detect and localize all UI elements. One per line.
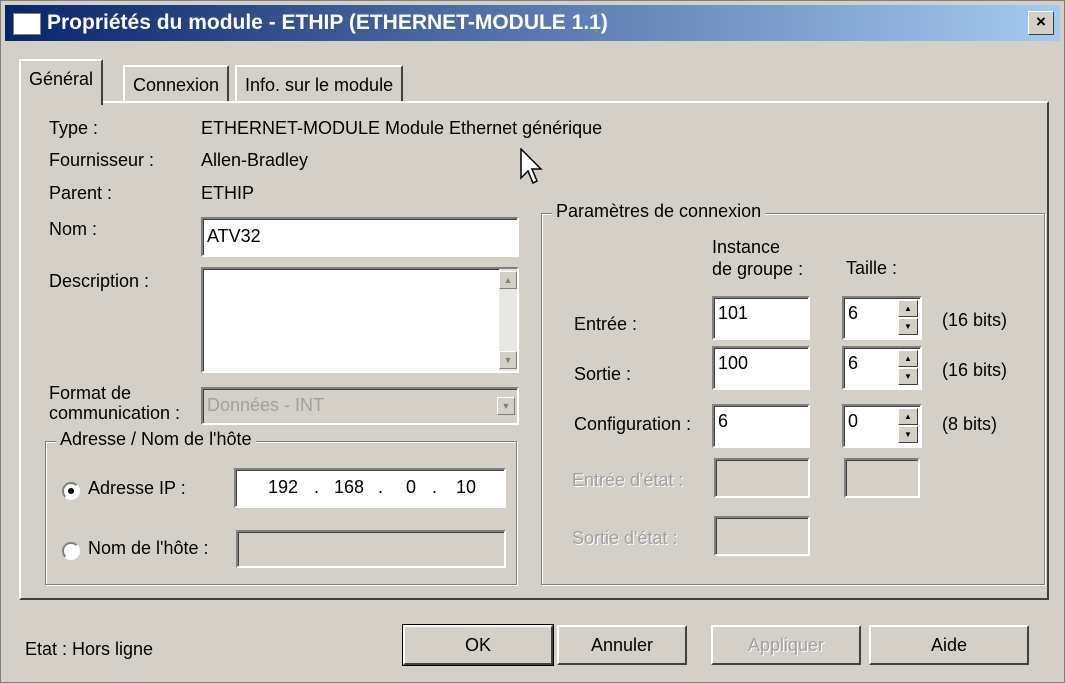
instance-header-line2: de groupe : bbox=[712, 259, 804, 279]
input-size-field[interactable]: 6 ▲ ▼ bbox=[842, 296, 922, 340]
format-select[interactable]: Données - INT ▼ bbox=[201, 387, 519, 425]
status-text: Etat : Hors ligne bbox=[25, 639, 154, 659]
spin-up-icon[interactable]: ▲ bbox=[898, 408, 918, 425]
ip-octet-2: 168 bbox=[334, 477, 365, 497]
tab-general[interactable]: Général bbox=[19, 59, 104, 105]
tab-module-info-label: Info. sur le module bbox=[245, 75, 394, 95]
format-select-value: Données - INT bbox=[207, 395, 325, 415]
apply-button[interactable]: Appliquer bbox=[711, 625, 861, 665]
output-instance-field[interactable]: 100 bbox=[712, 346, 810, 390]
vendor-value: Allen-Bradley bbox=[201, 150, 309, 170]
connection-params-group: Paramètres de connexion Instance de group… bbox=[541, 201, 1045, 585]
parent-value: ETHIP bbox=[201, 183, 255, 203]
ip-address-label: Adresse IP : bbox=[88, 478, 186, 498]
input-instance-field[interactable]: 101 bbox=[712, 296, 810, 340]
format-label-line2: communication : bbox=[49, 403, 181, 423]
status-output-label: Sortie d'état : bbox=[572, 528, 678, 548]
config-size-spinner[interactable]: ▲ ▼ bbox=[898, 408, 918, 444]
ip-dot-3: . bbox=[432, 477, 438, 497]
address-group-title: Adresse / Nom de l'hôte bbox=[56, 429, 256, 450]
ip-address-radio[interactable] bbox=[62, 482, 80, 500]
input-label: Entrée : bbox=[574, 314, 638, 334]
instance-column-header: Instance de groupe : bbox=[712, 236, 803, 280]
window-icon bbox=[13, 13, 41, 35]
output-size-value: 6 bbox=[848, 353, 859, 373]
spin-up-icon[interactable]: ▲ bbox=[898, 300, 918, 317]
config-size-field[interactable]: 0 ▲ ▼ bbox=[842, 404, 922, 448]
ip-dot-1: . bbox=[314, 477, 320, 497]
ip-address-field[interactable]: 192 . 168 . 0 . 10 bbox=[234, 468, 506, 508]
spin-down-icon[interactable]: ▼ bbox=[898, 368, 918, 385]
ip-octet-3: 0 bbox=[406, 477, 417, 497]
spin-up-icon[interactable]: ▲ bbox=[898, 350, 918, 367]
status-input-label: Entrée d'état : bbox=[572, 470, 684, 490]
input-instance-value: 101 bbox=[718, 303, 749, 323]
config-instance-value: 6 bbox=[718, 411, 729, 431]
config-label: Configuration : bbox=[574, 414, 692, 434]
instance-header-line1: Instance bbox=[712, 237, 781, 257]
connection-params-title: Paramètres de connexion bbox=[552, 201, 766, 222]
output-unit: (16 bits) bbox=[942, 360, 1008, 380]
general-tab-panel: Type : ETHERNET-MODULE Module Ethernet g… bbox=[19, 101, 1049, 600]
config-instance-field[interactable]: 6 bbox=[712, 404, 810, 448]
status-input-instance-field[interactable] bbox=[714, 458, 810, 498]
address-group: Adresse / Nom de l'hôte Adresse IP : 192… bbox=[45, 429, 517, 585]
window-title: Propriétés du module - ETHIP (ETHERNET-M… bbox=[47, 11, 608, 34]
name-label: Nom : bbox=[49, 219, 98, 239]
hostname-field[interactable] bbox=[236, 530, 506, 568]
input-unit: (16 bits) bbox=[942, 310, 1008, 330]
scroll-down-icon[interactable]: ▼ bbox=[499, 351, 517, 369]
parent-label: Parent : bbox=[49, 183, 113, 203]
title-bar[interactable]: Propriétés du module - ETHIP (ETHERNET-M… bbox=[5, 5, 1060, 41]
format-label-line1: Format de bbox=[49, 383, 132, 403]
cancel-button[interactable]: Annuler bbox=[557, 625, 687, 665]
size-column-header: Taille : bbox=[846, 258, 898, 278]
help-button[interactable]: Aide bbox=[869, 625, 1029, 665]
input-size-spinner[interactable]: ▲ ▼ bbox=[898, 300, 918, 336]
name-input[interactable]: ATV32 bbox=[201, 217, 519, 257]
tab-connection[interactable]: Connexion bbox=[123, 65, 230, 103]
output-size-spinner[interactable]: ▲ ▼ bbox=[898, 350, 918, 386]
format-label: Format de communication : bbox=[49, 383, 180, 423]
scroll-up-icon[interactable]: ▲ bbox=[499, 271, 517, 289]
config-unit: (8 bits) bbox=[942, 414, 998, 434]
type-value: ETHERNET-MODULE Module Ethernet génériqu… bbox=[201, 118, 603, 138]
name-input-value: ATV32 bbox=[207, 226, 261, 246]
description-textarea[interactable]: ▲ ▼ bbox=[201, 267, 519, 373]
module-properties-dialog: Propriétés du module - ETHIP (ETHERNET-M… bbox=[0, 0, 1065, 683]
tab-connection-label: Connexion bbox=[133, 75, 220, 95]
description-scrollbar[interactable]: ▲ ▼ bbox=[499, 269, 517, 371]
vendor-label: Fournisseur : bbox=[49, 150, 155, 170]
output-label: Sortie : bbox=[574, 364, 632, 384]
ok-button[interactable]: OK bbox=[402, 624, 554, 666]
output-instance-value: 100 bbox=[718, 353, 749, 373]
radio-selected-dot bbox=[68, 488, 74, 494]
hostname-radio[interactable] bbox=[62, 542, 80, 560]
description-label: Description : bbox=[49, 271, 150, 291]
status-input-size-field[interactable] bbox=[844, 458, 920, 498]
tab-general-label: Général bbox=[29, 69, 94, 89]
close-button[interactable]: × bbox=[1028, 11, 1054, 35]
close-icon: × bbox=[1036, 12, 1046, 31]
spin-down-icon[interactable]: ▼ bbox=[898, 318, 918, 335]
tab-module-info[interactable]: Info. sur le module bbox=[235, 65, 404, 103]
type-label: Type : bbox=[49, 118, 99, 138]
ip-dot-2: . bbox=[378, 477, 384, 497]
ip-octet-1: 192 bbox=[268, 477, 299, 497]
spin-down-icon[interactable]: ▼ bbox=[898, 426, 918, 443]
ip-octet-4: 10 bbox=[456, 477, 477, 497]
hostname-label: Nom de l'hôte : bbox=[88, 538, 209, 558]
input-size-value: 6 bbox=[848, 303, 859, 323]
output-size-field[interactable]: 6 ▲ ▼ bbox=[842, 346, 922, 390]
dropdown-arrow-icon[interactable]: ▼ bbox=[497, 397, 515, 415]
config-size-value: 0 bbox=[848, 411, 859, 431]
status-output-instance-field[interactable] bbox=[714, 516, 810, 556]
